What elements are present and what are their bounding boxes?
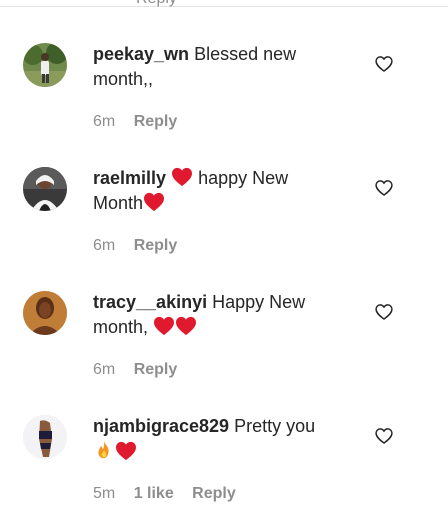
previous-comment-cut: Reply [0,0,448,7]
comment-item: njambigrace829 Pretty you 5m 1 like Repl… [0,415,448,520]
avatar[interactable] [23,291,67,335]
comment-item: tracy__akinyi Happy New month, 6m Reply [0,291,448,415]
comment-text: tracy__akinyi Happy New month, [93,290,353,340]
heart-outline-icon[interactable] [374,302,394,322]
comment-text-line1: Happy New [212,292,306,312]
reply-button[interactable]: Reply [134,361,178,378]
avatar[interactable] [23,167,67,211]
comment-text-line1: Pretty you [234,416,316,436]
comment-meta: 6m Reply [93,237,177,255]
comment-username[interactable]: raelmilly [93,168,166,188]
comment-text: raelmilly happy New Month [93,166,353,216]
comment-time: 6m [93,361,116,378]
comment-time: 5m [93,485,116,502]
comment-text-line2: Month [93,193,144,213]
red-heart-icon [172,167,193,187]
comment-item: peekay_wn Blessed new month,, 6m Reply [0,43,448,167]
comment-username[interactable]: tracy__akinyi [93,292,207,312]
red-heart-icon [176,316,197,336]
red-heart-icon [154,316,175,336]
profile-photo-icon [23,43,67,87]
comment-time: 6m [93,237,116,254]
comment-username[interactable]: njambigrace829 [93,416,229,436]
comment-meta: 6m Reply [93,113,177,131]
profile-photo-icon [23,167,67,211]
profile-photo-icon [23,291,67,335]
avatar[interactable] [23,43,67,87]
comment-text-line2: month, [93,317,149,337]
comment-text-line1: Blessed new [194,44,297,64]
fire-icon [98,440,109,459]
comment-text-line1: happy New [198,168,289,188]
red-heart-icon [144,192,165,212]
comment-text: njambigrace829 Pretty you [93,414,353,465]
comment-meta: 6m Reply [93,361,177,379]
heart-outline-icon[interactable] [374,178,394,198]
comments-list: Reply peekay_wn Blessed new month,, 6m R… [0,0,448,520]
reply-button[interactable]: Reply [192,485,236,502]
reply-button[interactable]: Reply [134,237,178,254]
red-heart-icon [116,441,136,461]
avatar[interactable] [23,415,67,459]
comment-text: peekay_wn Blessed new month,, [93,42,353,92]
comment-text-line2: month,, [93,69,154,89]
comment-item: raelmilly happy New Month 6m Reply [0,167,448,291]
heart-outline-icon[interactable] [374,54,394,74]
reply-button[interactable]: Reply [134,113,178,130]
comment-time: 6m [93,113,116,130]
profile-photo-icon [23,415,67,459]
comment-meta: 5m 1 like Reply [93,485,236,503]
heart-outline-icon[interactable] [374,426,394,446]
previous-reply-link[interactable]: Reply [136,0,177,8]
comment-username[interactable]: peekay_wn [93,44,189,64]
likes-count-link[interactable]: 1 like [134,485,174,502]
